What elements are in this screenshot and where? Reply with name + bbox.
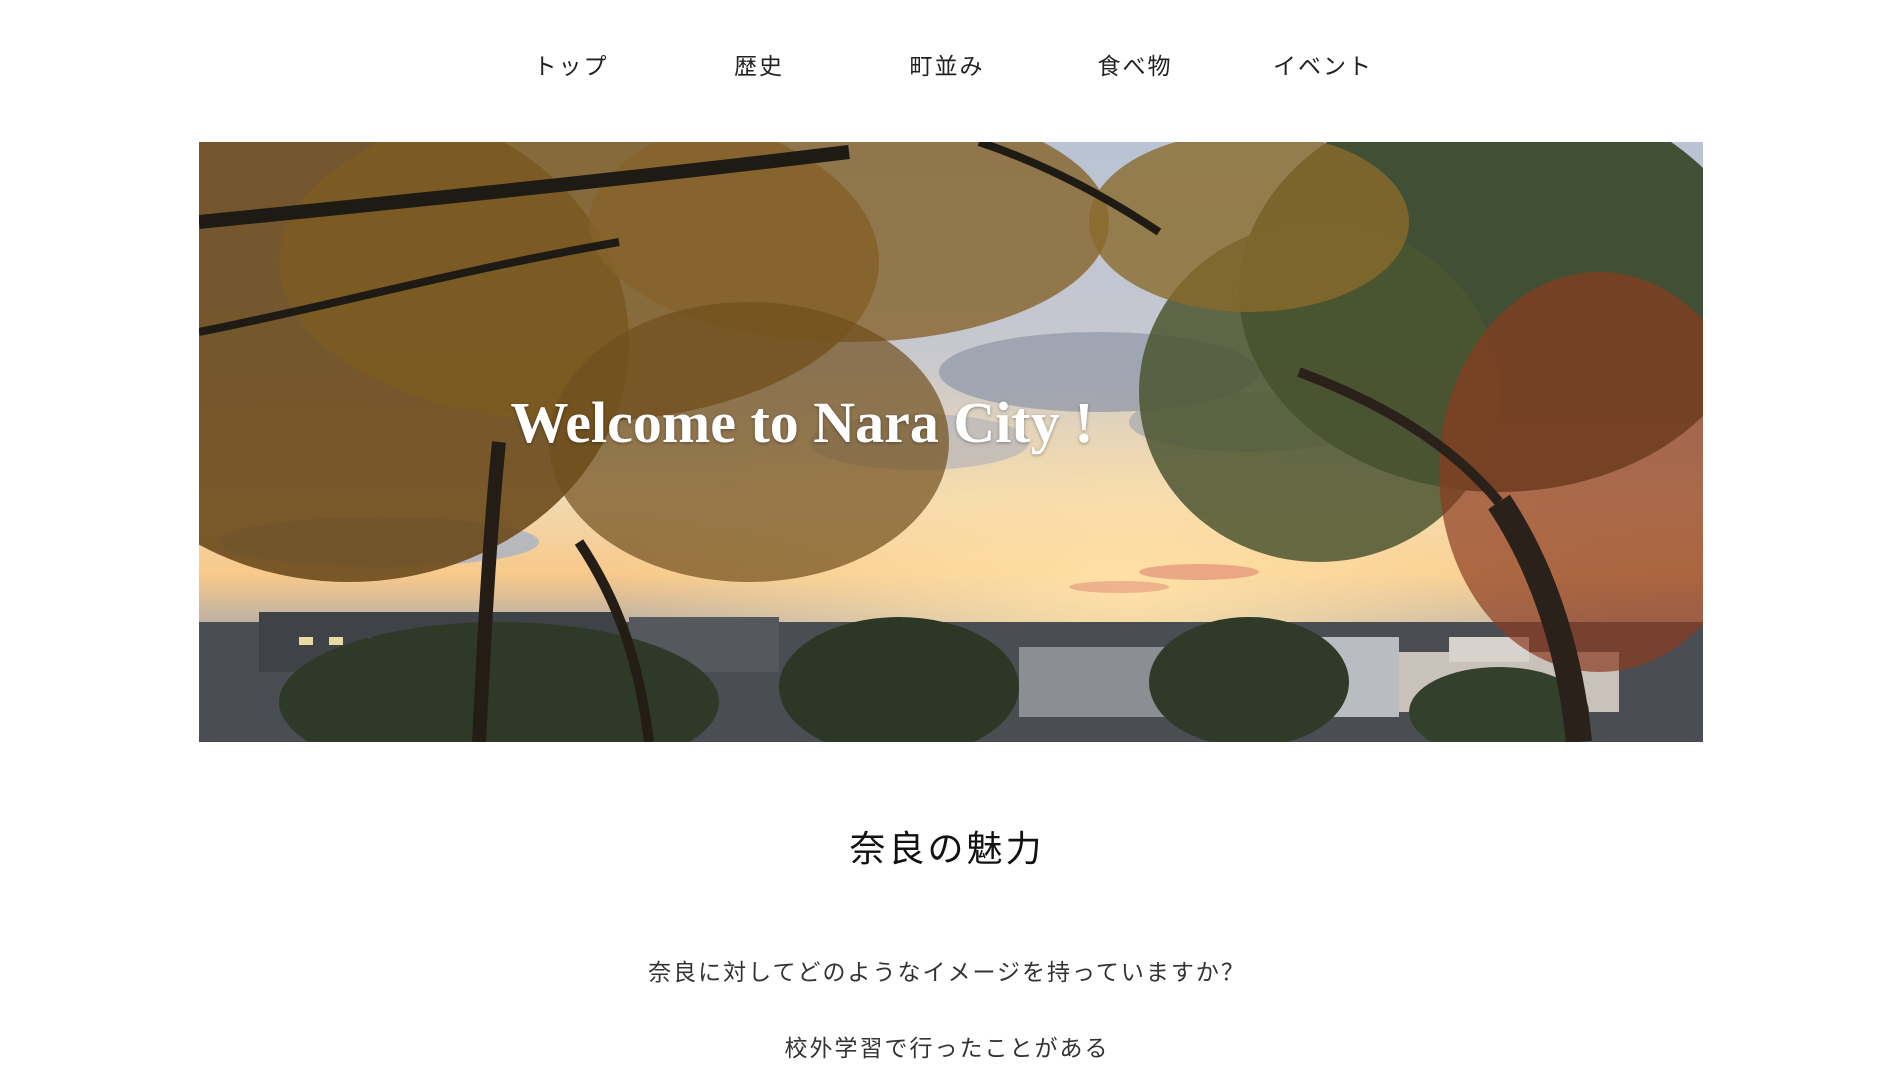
nav-item-history[interactable]: 歴史 bbox=[665, 45, 853, 89]
nav-item-townscape[interactable]: 町並み bbox=[853, 45, 1041, 89]
nav-item-events[interactable]: イベント bbox=[1229, 45, 1417, 89]
intro-question: 奈良に対してどのようなイメージを持っていますか？ bbox=[648, 960, 1246, 986]
hero-banner: Welcome to Nara City ! bbox=[199, 142, 1703, 742]
nav-item-food[interactable]: 食べ物 bbox=[1041, 45, 1229, 89]
section-title: 奈良の魅力 bbox=[849, 829, 1045, 870]
top-nav: トップ 歴史 町並み 食べ物 イベント bbox=[0, 45, 1894, 89]
intro-text: 校外学習で行ったことがある bbox=[784, 1036, 1110, 1062]
hero-title: Welcome to Nara City ! bbox=[510, 389, 1094, 455]
page: トップ 歴史 町並み 食べ物 イベント Welcome to Nara City… bbox=[0, 0, 1894, 1074]
nav-item-top[interactable]: トップ bbox=[477, 45, 665, 89]
